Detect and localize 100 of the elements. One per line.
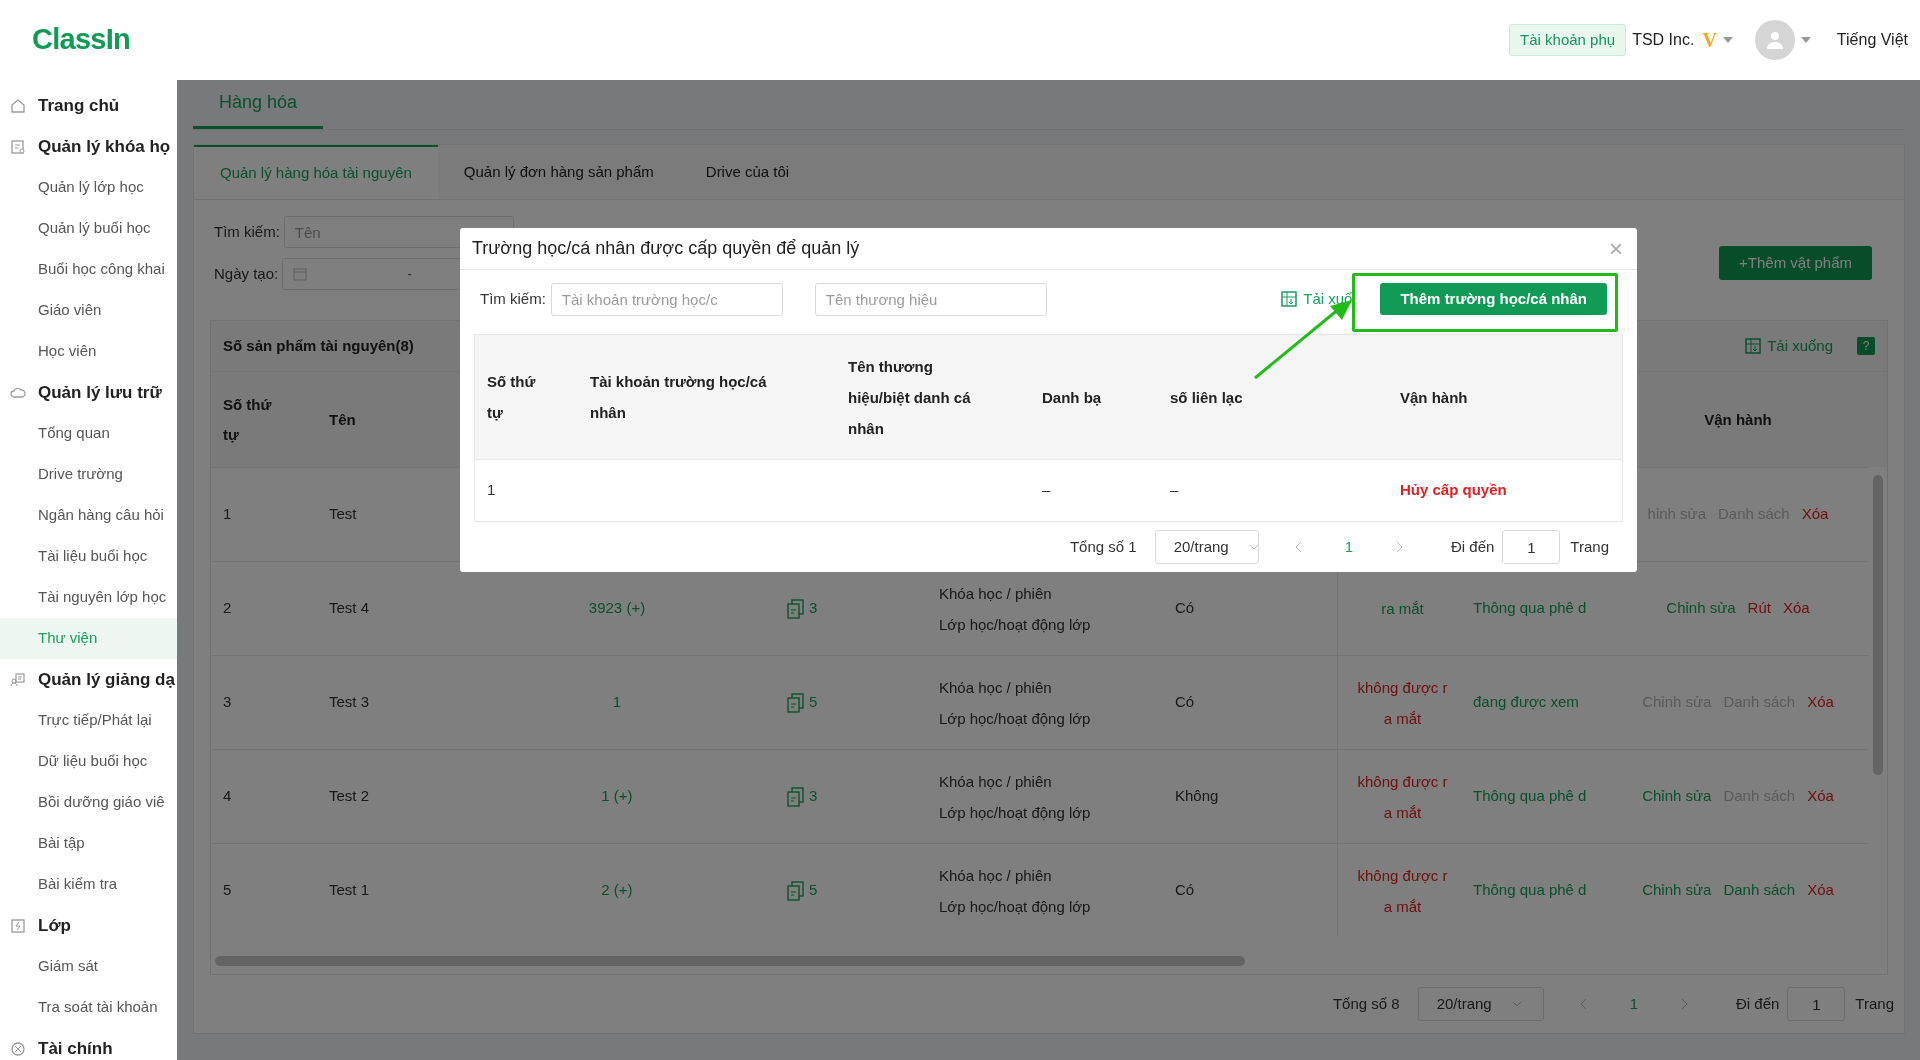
- help-button[interactable]: ?: [1857, 337, 1875, 355]
- file-count-link[interactable]: 3: [787, 785, 818, 808]
- action-link[interactable]: Chỉnh sửa: [1642, 785, 1712, 808]
- action-link[interactable]: Danh sách: [1723, 879, 1796, 902]
- sidebar-item[interactable]: Tổng quan: [0, 413, 177, 454]
- previous-page-icon[interactable]: [1294, 541, 1303, 553]
- column-header: Số thứ tự: [222, 394, 273, 445]
- sidebar-item[interactable]: Bồi dưỡng giáo viê: [0, 782, 177, 823]
- calendar-icon: [293, 267, 308, 281]
- action-link[interactable]: Rút: [1747, 597, 1771, 620]
- vip-label: V: [1702, 28, 1717, 53]
- next-page-icon[interactable]: [1680, 998, 1688, 1010]
- count-link[interactable]: 2 (+): [467, 844, 767, 937]
- approval-status: Thông qua phê d: [1472, 598, 1588, 619]
- sidebar-section[interactable]: Trang chủ: [0, 85, 177, 126]
- vertical-scrollbar[interactable]: [1873, 475, 1883, 775]
- total-count: Tổng số 8: [1332, 993, 1400, 1014]
- table-cell-text: Khóa học / phiên: [939, 677, 1053, 698]
- page-size-select[interactable]: 20/trang: [1417, 987, 1544, 1021]
- organization-name[interactable]: TSD Inc.: [1632, 28, 1695, 52]
- sidebar-item[interactable]: Tài liệu buổi học: [0, 536, 177, 577]
- sidebar-section[interactable]: Lớp: [0, 905, 177, 946]
- sidebar-item[interactable]: Buổi học công khai: [0, 249, 177, 290]
- sidebar-item[interactable]: Giáo viên: [0, 290, 177, 331]
- count-link[interactable]: 1: [467, 656, 767, 749]
- search-label: Tìm kiếm:: [480, 288, 546, 309]
- file-count-link[interactable]: 3: [787, 597, 818, 620]
- add-school-button[interactable]: Thêm trường học/cá nhân: [1380, 283, 1607, 315]
- action-link[interactable]: Xóa: [1807, 879, 1834, 902]
- add-item-button[interactable]: +Thêm vật phẩm: [1719, 246, 1872, 280]
- sidebar-item[interactable]: Tra soát tài khoản: [0, 987, 177, 1028]
- table-cell-text: 5: [222, 880, 233, 901]
- table-cell-text: Có: [1174, 880, 1196, 901]
- sidebar-section[interactable]: Quản lý khóa họ: [0, 126, 177, 167]
- section-icon: [10, 1040, 26, 1057]
- table-cell-text: 1: [222, 504, 233, 525]
- sidebar-item[interactable]: Bài tập: [0, 823, 177, 864]
- file-count-link[interactable]: 5: [787, 691, 818, 714]
- page-suffix: Trang: [1855, 993, 1894, 1014]
- action-link[interactable]: Xóa: [1807, 691, 1834, 714]
- action-link[interactable]: Chỉnh sửa: [1666, 597, 1736, 620]
- caret-icon[interactable]: [1800, 37, 1811, 43]
- table-cell-text: –: [1169, 480, 1180, 501]
- count-link[interactable]: 1 (+): [467, 750, 767, 843]
- sidebar-item[interactable]: Thư viện: [0, 618, 177, 659]
- file-count-link[interactable]: 5: [787, 879, 818, 902]
- table-cell-text: Test: [328, 504, 358, 525]
- table-title: Số sản phẩm tài nguyên(8): [223, 335, 414, 356]
- account-badge: Tài khoản phụ: [1509, 23, 1627, 57]
- action-link[interactable]: Xóa: [1782, 597, 1810, 620]
- revoke-link[interactable]: Hủy cấp quyền: [1400, 479, 1507, 502]
- sidebar-item[interactable]: Quản lý lớp học: [0, 167, 177, 208]
- table-cell-text: –: [1041, 480, 1052, 501]
- download-icon: [1745, 338, 1762, 354]
- logo[interactable]: ClassIn: [32, 18, 131, 62]
- table-cell-text: Test 2: [328, 786, 371, 807]
- sidebar-item[interactable]: Tài nguyên lớp học: [0, 577, 177, 618]
- action-link[interactable]: Xóa: [1801, 503, 1829, 526]
- action-link[interactable]: Xóa: [1807, 785, 1834, 808]
- sidebar-item[interactable]: Ngân hàng câu hỏi: [0, 495, 177, 536]
- next-page-icon[interactable]: [1395, 541, 1403, 553]
- files-icon: [787, 880, 805, 901]
- status-cell: không được r a mắt: [1337, 844, 1467, 937]
- column-header: số liên lạc: [1170, 387, 1243, 408]
- page-input[interactable]: 1: [1502, 530, 1561, 564]
- page-size-select[interactable]: 20/trang: [1154, 530, 1259, 564]
- chevron-down-icon: [1248, 544, 1259, 550]
- sidebar-section[interactable]: Tài chính: [0, 1028, 177, 1060]
- horizontal-scrollbar[interactable]: [215, 956, 1245, 966]
- brand-search-field[interactable]: Tên thương hiệu: [814, 282, 1047, 316]
- sidebar-section[interactable]: Quản lý giảng dạ: [0, 659, 177, 700]
- page-input[interactable]: 1: [1787, 987, 1846, 1021]
- sub-tab[interactable]: Quản lý đơn hàng sản phẩm: [437, 145, 680, 199]
- page-tab[interactable]: Hàng hóa: [193, 80, 324, 129]
- sidebar-item[interactable]: Bài kiểm tra: [0, 864, 177, 905]
- sidebar-item[interactable]: Dữ liệu buổi học: [0, 741, 177, 782]
- files-icon: [787, 598, 805, 619]
- sub-tab[interactable]: Quản lý hàng hóa tài nguyên: [194, 145, 438, 199]
- page-number[interactable]: 1: [1629, 992, 1638, 1016]
- sidebar-item[interactable]: Drive trường: [0, 454, 177, 495]
- approval-status: đang được xem: [1472, 692, 1580, 713]
- column-header: Số thứ tự: [487, 372, 537, 423]
- action-link[interactable]: Chỉnh sửa: [1642, 879, 1712, 902]
- sidebar-item[interactable]: Học viên: [0, 331, 177, 372]
- status-cell: không được r a mắt: [1337, 656, 1467, 749]
- section-icon: [10, 671, 26, 688]
- language-selector[interactable]: Tiếng Việt: [1836, 28, 1908, 52]
- page-number[interactable]: 1: [1344, 535, 1353, 559]
- account-search-field[interactable]: Tài khoản trường học/c: [550, 282, 783, 316]
- download-link[interactable]: Tải xuống: [1745, 334, 1833, 358]
- avatar[interactable]: [1754, 20, 1795, 60]
- sub-tab[interactable]: Drive của tôi: [679, 145, 816, 199]
- sidebar-item[interactable]: Quản lý buổi học: [0, 208, 177, 249]
- chevron-down-icon: [1511, 1001, 1522, 1007]
- sidebar-section[interactable]: Quản lý lưu trữ: [0, 372, 177, 413]
- sidebar-item[interactable]: Trực tiếp/Phát lại: [0, 700, 177, 741]
- sidebar-item[interactable]: Giám sát: [0, 946, 177, 987]
- close-button[interactable]: ×: [1609, 236, 1623, 261]
- caret-icon[interactable]: [1722, 37, 1733, 43]
- previous-page-icon[interactable]: [1579, 998, 1588, 1010]
